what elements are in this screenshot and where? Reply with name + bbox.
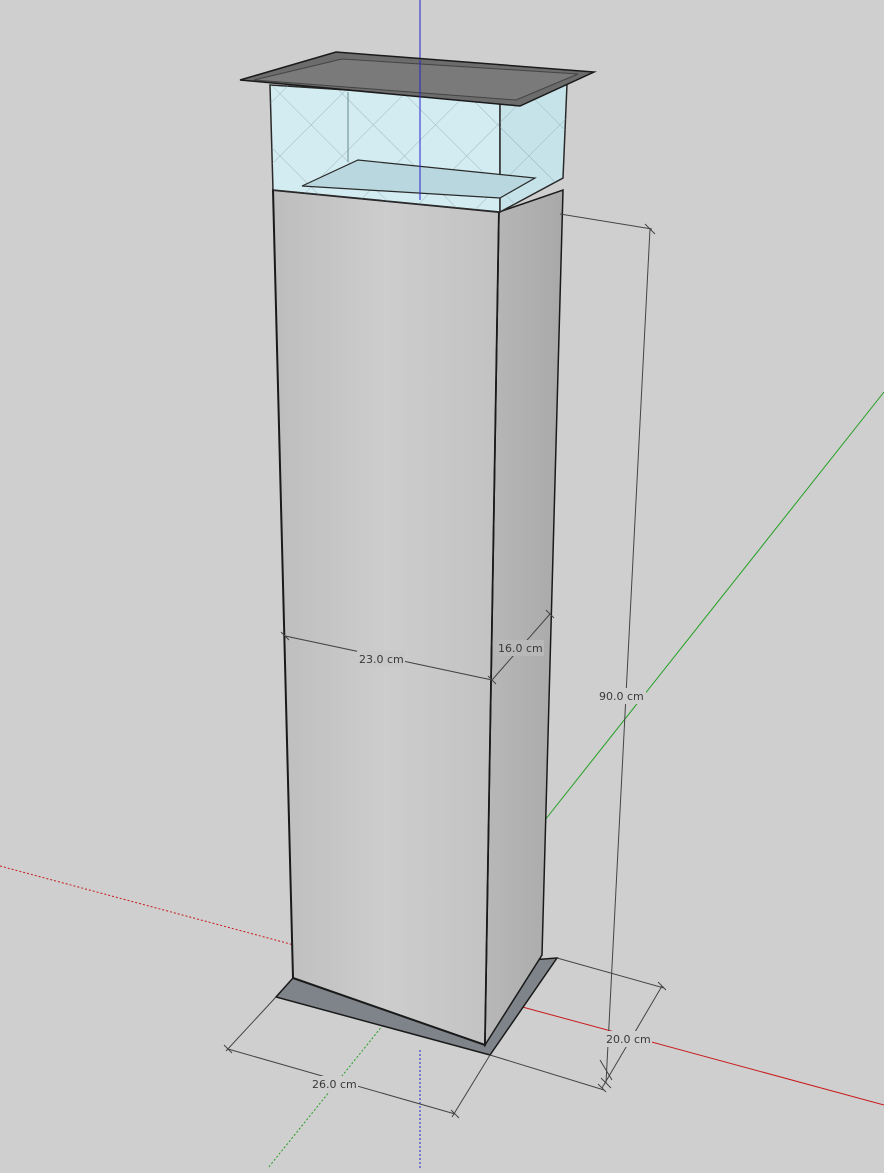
model-viewport[interactable]: 90.0 cm 23.0 cm 16.0 cm 26.0 cm 20.0 cm — [0, 0, 884, 1169]
depth-mid-label: 16.0 cm — [498, 642, 543, 655]
x-axis-line — [514, 1004, 884, 1106]
base-width-label: 26.0 cm — [312, 1078, 357, 1091]
width-mid-label: 23.0 cm — [359, 653, 404, 666]
scene-canvas: 90.0 cm 23.0 cm 16.0 cm 26.0 cm 20.0 cm — [0, 0, 884, 1169]
y-axis-negative — [267, 1024, 384, 1169]
y-axis-line — [544, 391, 884, 821]
pillar-front-face[interactable] — [271, 188, 501, 1047]
base-depth-label: 20.0 cm — [606, 1033, 651, 1046]
x-axis-negative — [0, 865, 295, 946]
height-dimension[interactable] — [559, 213, 656, 1089]
height-label: 90.0 cm — [599, 690, 644, 703]
